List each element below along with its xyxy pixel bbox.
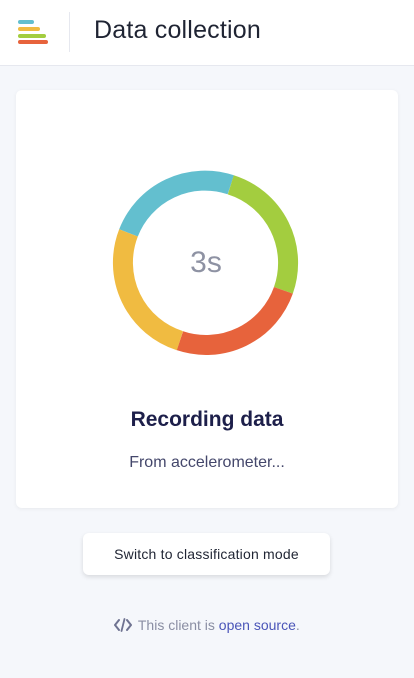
- logo-icon[interactable]: [16, 18, 52, 46]
- footer: This client is open source.: [0, 617, 414, 633]
- recording-card: 3s Recording data From accelerometer...: [16, 90, 398, 508]
- app-header: Data collection: [0, 0, 414, 66]
- recording-subtitle: From accelerometer...: [129, 454, 285, 471]
- header-divider: [69, 12, 70, 52]
- open-source-link[interactable]: open source: [219, 617, 296, 633]
- countdown-label: 3s: [190, 246, 222, 279]
- switch-mode-button[interactable]: Switch to classification mode: [83, 533, 330, 575]
- code-icon: [114, 618, 133, 632]
- recording-title: Recording data: [130, 408, 284, 431]
- page-title: Data collection: [94, 16, 261, 44]
- footer-period: .: [295, 617, 300, 633]
- footer-text: This client is: [137, 617, 219, 633]
